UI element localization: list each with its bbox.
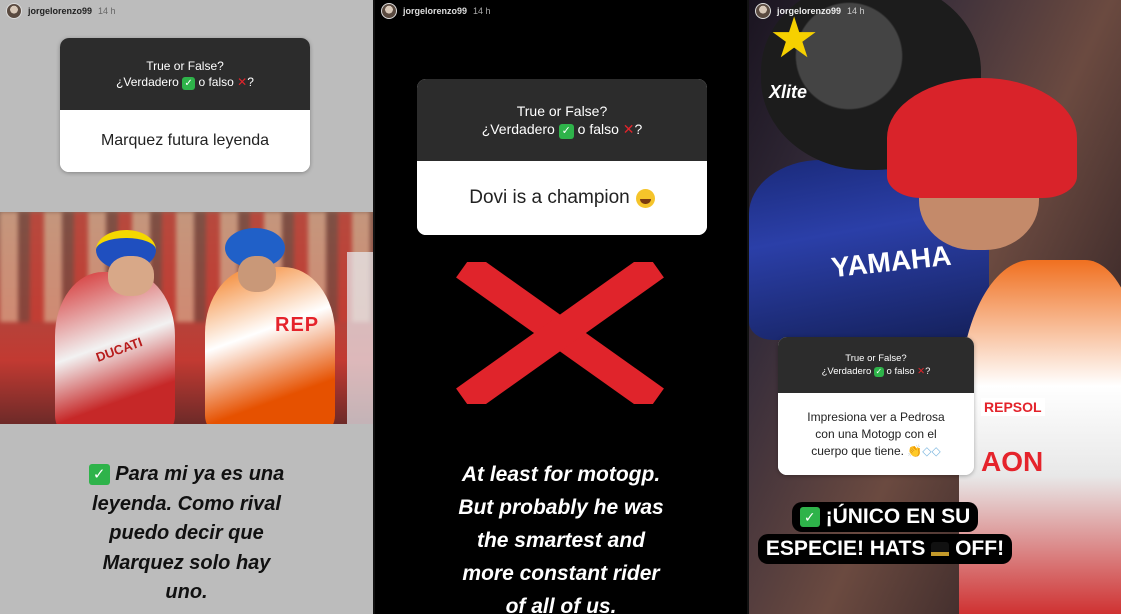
question-header: True or False? ¿Verdadero ✓ o falso ✕? (417, 79, 707, 161)
face (238, 256, 276, 292)
subtitle-text: ? (925, 366, 931, 377)
check-icon: ✓ (799, 507, 820, 527)
story-header: jorgelorenzo99 14 h (381, 3, 491, 19)
question-subtitle: ¿Verdadero ✓ o falso ✕? (60, 74, 310, 90)
story-caption: ✓ Para mi ya es una leyenda. Como rival … (10, 460, 363, 608)
subtitle-text: o falso (198, 75, 234, 89)
question-header: True or False? ¿Verdadero ✓ o falso ✕? (60, 38, 310, 110)
question-answer: Impresiona ver a Pedrosa con una Motogp … (778, 393, 974, 475)
question-title: True or False? (516, 102, 608, 119)
story-header: jorgelorenzo99 14 h (755, 3, 865, 19)
caption-text: ESPECIE! HATS (765, 537, 926, 560)
avatar[interactable] (6, 3, 22, 19)
cap-icon (887, 78, 1077, 198)
question-sticker: True or False? ¿Verdadero ✓ o falso ✕? I… (778, 337, 974, 475)
story-header: jorgelorenzo99 14 h (6, 3, 116, 19)
check-icon: ✓ (873, 367, 884, 377)
post-time: 14 h (847, 6, 865, 16)
cross-icon: ✕ (237, 75, 248, 89)
story-panel-2[interactable]: jorgelorenzo99 14 h True or False? ¿Verd… (375, 0, 747, 614)
sponsor-logo: AON (981, 446, 1044, 477)
check-icon: ✓ (558, 123, 574, 139)
avatar[interactable] (755, 3, 771, 19)
answer-line: Impresiona ver a Pedrosa (807, 409, 945, 424)
caption-line: ✓ ¡ÚNICO EN SU (791, 502, 979, 532)
caption-line: uno. (165, 581, 208, 603)
answer-line: con una Motogp con el (815, 426, 937, 441)
story-panel-3[interactable]: ★ Xlite YAMAHA REPSOL AON jorgelorenzo99… (749, 0, 1121, 614)
story-caption: ✓ ¡ÚNICO EN SU ESPECIE! HATS OFF! (749, 502, 1021, 566)
username[interactable]: jorgelorenzo99 (403, 6, 467, 16)
question-sticker: True or False? ¿Verdadero ✓ o falso ✕? D… (417, 79, 707, 235)
caption-line: But probably he was (458, 496, 664, 519)
subtitle-text: ¿Verdadero (116, 75, 179, 89)
marquez-figure (205, 267, 335, 424)
caption-line: Marquez solo hay (102, 551, 271, 574)
cross-icon: ✕ (917, 366, 926, 377)
question-subtitle: ¿Verdadero ✓ o falso ✕? (778, 365, 974, 378)
question-answer: Dovi is a champion (417, 161, 707, 235)
top-hat-icon (931, 542, 950, 556)
post-time: 14 h (473, 6, 491, 16)
question-title: True or False? (845, 353, 907, 364)
photo-edge (347, 252, 373, 424)
question-sticker: True or False? ¿Verdadero ✓ o falso ✕? M… (60, 38, 310, 172)
sponsor-logo: REPSOL (981, 398, 1045, 416)
diamond-icon: ◇◇ (922, 443, 941, 458)
caption-line: At least for motogp. (461, 463, 661, 486)
subtitle-text: ¿Verdadero (821, 366, 872, 377)
story-caption: At least for motogp. But probably he was… (385, 458, 737, 614)
caption-line: ESPECIE! HATS OFF! (757, 534, 1013, 564)
answer-text: Dovi is a champion (469, 187, 630, 208)
caption-line: more constant rider (462, 562, 660, 585)
question-answer: Marquez futura leyenda (60, 110, 310, 172)
caption-text: Para mi ya es una (115, 463, 285, 485)
emoji-icons: 👏 (907, 443, 923, 458)
caption-line: the smartest and (476, 529, 646, 552)
post-time: 14 h (98, 6, 116, 16)
avatar[interactable] (381, 3, 397, 19)
subtitle-text: ? (247, 75, 254, 89)
username[interactable]: jorgelorenzo99 (777, 6, 841, 16)
caption-line: ✓ Para mi ya es una (10, 460, 363, 490)
question-title: True or False? (146, 59, 224, 73)
caption-line: of all of us. (505, 595, 617, 614)
caption-line: puedo decir que (109, 522, 264, 544)
subtitle-text: o falso (577, 120, 619, 137)
check-icon: ✓ (182, 77, 196, 90)
caption-text: ¡ÚNICO EN SU (825, 505, 971, 528)
story-panel-1[interactable]: jorgelorenzo99 14 h True or False? ¿Verd… (0, 0, 373, 614)
big-cross-icon (456, 262, 664, 404)
caption-line: leyenda. Como rival (92, 492, 281, 515)
subtitle-text: o falso (886, 366, 915, 377)
question-header: True or False? ¿Verdadero ✓ o falso ✕? (778, 337, 974, 393)
answer-text: cuerpo que tiene. (811, 443, 904, 458)
answer-line: cuerpo que tiene. 👏◇◇ (807, 443, 944, 460)
sponsor-logo: REP (275, 314, 320, 336)
subtitle-text: ? (634, 120, 643, 137)
riders-photo: DUCATI REP (0, 212, 373, 424)
check-icon: ✓ (88, 464, 110, 485)
sponsor-logo: Xlite (769, 82, 808, 102)
subtitle-text: ¿Verdadero (481, 120, 555, 137)
username[interactable]: jorgelorenzo99 (28, 6, 92, 16)
cross-icon: ✕ (622, 120, 635, 137)
grin-emoji-icon (635, 188, 655, 208)
question-subtitle: ¿Verdadero ✓ o falso ✕? (417, 120, 707, 139)
face (108, 256, 154, 296)
caption-text: OFF! (955, 537, 1005, 560)
